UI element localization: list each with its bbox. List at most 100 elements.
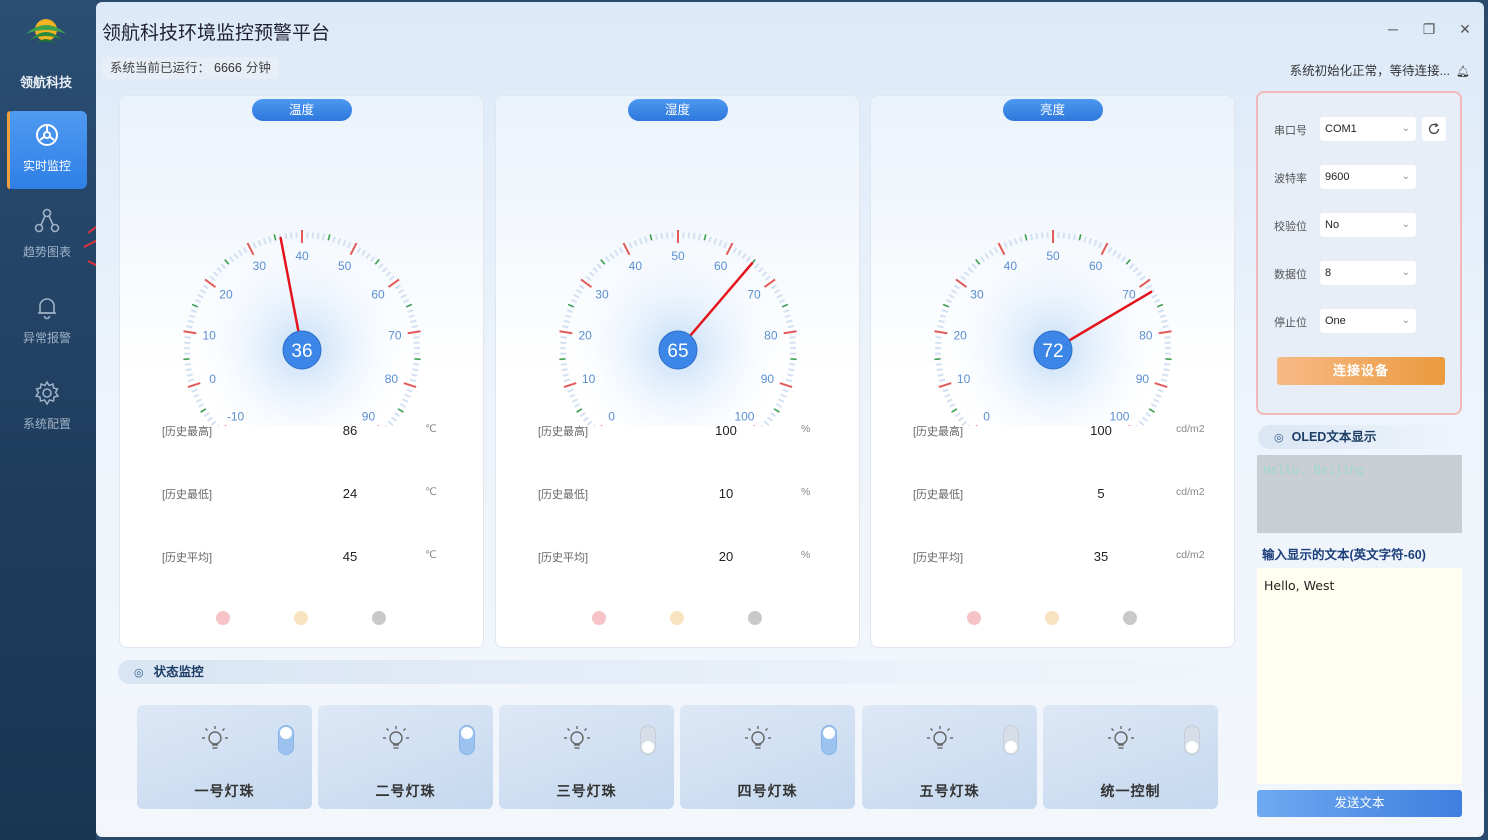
nav-label: 异常报警	[22, 331, 71, 345]
history-unit: %	[801, 423, 811, 435]
brand-name: 领航科技	[19, 75, 72, 90]
light-bulb-icon	[202, 726, 228, 749]
chevron-down-icon: ⌄	[1401, 219, 1410, 230]
gauge-tick-label: 80	[1139, 328, 1153, 342]
card-title: 湿度	[627, 99, 728, 121]
gauge-minor-tick	[284, 233, 288, 240]
lamp-toggle[interactable]	[640, 725, 656, 755]
baud-rate-select[interactable]: 9600 ⌄	[1320, 165, 1416, 189]
gauge-tick-label: 90	[362, 409, 376, 423]
refresh-button[interactable]	[1422, 117, 1446, 141]
gauge-minor-tick	[1062, 232, 1066, 239]
history-min-label: [历史最低]	[913, 489, 964, 501]
nav-item-realtime[interactable]: 实时监控	[7, 111, 87, 189]
gauge-minor-tick	[1035, 233, 1039, 240]
lamp-toggle[interactable]	[459, 725, 475, 755]
light-bulb-icon	[927, 726, 953, 749]
runtime-label: 系统当前已运行：	[110, 61, 211, 75]
lamp-name: 一号灯珠	[194, 783, 255, 799]
gauge-tick-label: 30	[970, 288, 984, 302]
field-label: 波特率	[1274, 173, 1307, 185]
nav-item-alarm[interactable]: 异常报警	[7, 283, 87, 361]
history-avg-value: 35	[1093, 549, 1109, 564]
gauge-tick-label: 30	[253, 259, 267, 273]
gauge-tick-label: 30	[595, 288, 609, 302]
gauge-minor-tick	[186, 373, 193, 377]
gauge-minor-tick	[787, 325, 794, 329]
gauge-tick-label: 20	[578, 328, 592, 342]
lamp-card-1: 一号灯珠	[137, 705, 312, 809]
history-min-label: [历史最低]	[538, 489, 589, 501]
history-max-label: [历史最高]	[162, 426, 213, 438]
indicator-yellow	[294, 611, 308, 625]
history-min-label: [历史最低]	[162, 489, 213, 501]
dashboard-icon	[36, 124, 58, 146]
lamp-name: 四号灯珠	[737, 783, 798, 799]
close-icon[interactable]: ✕	[1454, 20, 1476, 38]
gauge-tick-label: 50	[1046, 249, 1060, 263]
history-avg-label: [历史平均]	[162, 552, 213, 564]
data-bits-select[interactable]: 8 ⌄	[1320, 261, 1416, 285]
history-max-value: 100	[715, 423, 737, 438]
field-label: 数据位	[1274, 269, 1307, 281]
history-unit: ℃	[425, 423, 437, 435]
toggle-knob	[280, 727, 292, 739]
gauge-tick-label: 70	[747, 288, 761, 302]
oled-text-input[interactable]: Hello, West	[1257, 568, 1462, 784]
gauge-tick-label: 60	[371, 288, 385, 302]
gauge-minor-tick	[698, 233, 702, 241]
history-min-value: 10	[718, 486, 734, 501]
send-text-button[interactable]: 发送文本	[1257, 790, 1462, 817]
section-title: OLED文本显示	[1291, 430, 1377, 444]
lamp-name: 三号灯珠	[556, 783, 617, 799]
gauge-minor-tick	[560, 336, 567, 339]
gauge-tick-label: 60	[714, 259, 728, 273]
gauge-minor-tick	[692, 233, 696, 240]
bell-icon[interactable]: 🔔︎	[1456, 66, 1470, 78]
gauge-minor-tick	[665, 232, 669, 239]
gauge-tick-label: 40	[295, 249, 309, 263]
gauge-tick-label: 70	[388, 328, 402, 342]
status-text: 系统初始化正常，等待连接...	[1289, 64, 1451, 78]
history-unit: %	[801, 549, 811, 561]
gauge-tick-label: 100	[734, 409, 754, 423]
gauge-minor-tick	[316, 233, 320, 240]
status-message: 系统初始化正常，等待连接... 🔔︎	[1290, 60, 1470, 79]
connect-device-button[interactable]: 连接设备	[1277, 357, 1445, 385]
chevron-down-icon: ⌄	[1401, 123, 1410, 134]
gauge-tick-label: 40	[1004, 259, 1018, 273]
nav-item-trend[interactable]: 趋势图表	[7, 197, 87, 275]
serial-port-select[interactable]: COM1 ⌄	[1320, 117, 1416, 141]
stop-bits-select[interactable]: One ⌄	[1320, 309, 1416, 333]
lamp-toggle[interactable]	[821, 725, 837, 755]
window-title: 领航科技环境监控预警平台	[102, 22, 331, 44]
lamp-toggle[interactable]	[1003, 725, 1019, 755]
history-min-value: 24	[342, 486, 358, 501]
field-label: 串口号	[1274, 125, 1307, 137]
runtime-value: 6666	[214, 61, 242, 75]
lamp-name: 统一控制	[1100, 783, 1161, 799]
field-label: 停止位	[1274, 317, 1307, 329]
indicator-yellow	[1045, 611, 1059, 625]
history-max-label: [历史最高]	[913, 426, 964, 438]
gauge-tick-label: 90	[1136, 372, 1150, 386]
lamp-toggle[interactable]	[278, 725, 294, 755]
lamp-card-master: 统一控制	[1043, 705, 1218, 809]
light-bulb-icon	[745, 726, 771, 749]
parity-select[interactable]: No ⌄	[1320, 213, 1416, 237]
toggle-knob	[1186, 741, 1198, 753]
gauge-tick-label: 10	[582, 372, 596, 386]
gauge-card-temperature: 温度 -10010203040506070809036℃温度 [历史最高]86℃…	[119, 95, 484, 648]
toggle-knob	[1005, 741, 1017, 753]
gauge-card-brightness: 亮度 010203040506070809010072cd/m2亮度 [历史最高…	[870, 95, 1235, 648]
restore-icon[interactable]: ❐	[1418, 20, 1440, 38]
lamp-toggle[interactable]	[1184, 725, 1200, 755]
minimize-icon[interactable]: ─	[1382, 20, 1404, 38]
nav-item-config[interactable]: 系统配置	[7, 369, 87, 447]
indicator-yellow	[670, 611, 684, 625]
serial-settings-panel: 串口号 COM1 ⌄ 波特率 9600 ⌄ 校验位 No ⌄ 数据位 8 ⌄ 停止位 O…	[1256, 91, 1462, 415]
history-max-value: 86	[342, 423, 358, 438]
lamp-card-4: 四号灯珠	[680, 705, 855, 809]
card-title: 亮度	[1002, 99, 1103, 121]
light-bulb-icon	[1108, 726, 1134, 749]
